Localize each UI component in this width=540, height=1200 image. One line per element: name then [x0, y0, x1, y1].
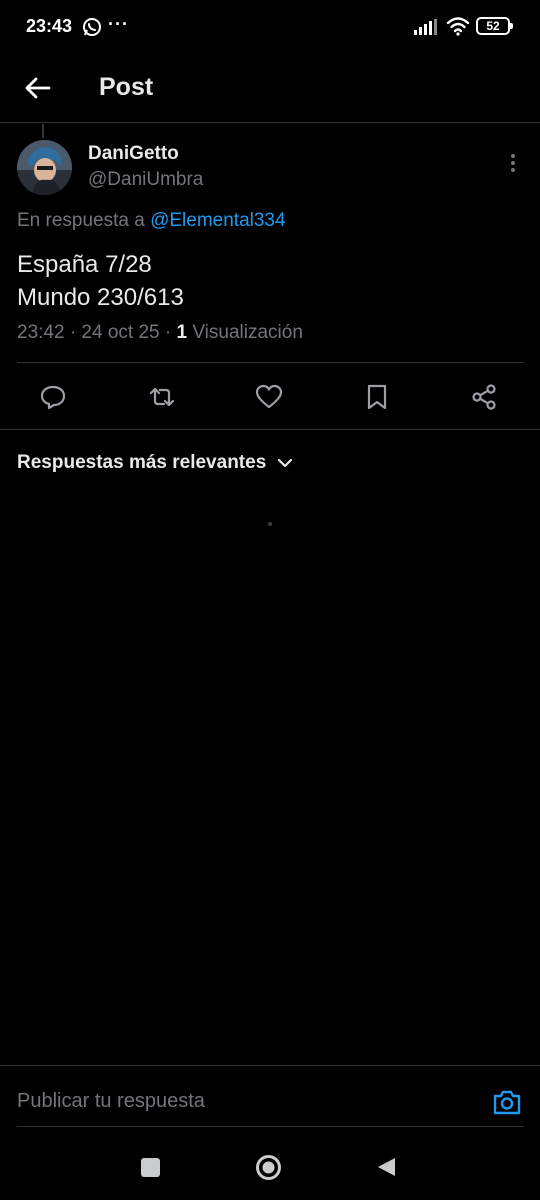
- reply-compose-bar: Publicar tu respuesta: [0, 1065, 540, 1127]
- post-text-line: España 7/28: [17, 251, 152, 278]
- reply-input[interactable]: Publicar tu respuesta: [17, 1090, 205, 1113]
- notification-dots: ···: [108, 14, 129, 34]
- views-label: Visualización: [187, 322, 303, 343]
- home-button[interactable]: [255, 1154, 282, 1181]
- chevron-down-icon: [278, 458, 293, 468]
- post-text-line: Mundo 230/613: [17, 284, 184, 311]
- author-handle[interactable]: @DaniUmbra: [88, 169, 203, 191]
- compose-divider: [17, 1126, 524, 1127]
- avatar[interactable]: [17, 140, 72, 195]
- reply-prefix: En respuesta a: [17, 210, 151, 231]
- page-title: Post: [99, 73, 154, 101]
- back-button[interactable]: [18, 68, 58, 108]
- system-navigation-bar: [0, 1140, 540, 1200]
- status-bar: 23:43 ··· 52: [0, 0, 540, 56]
- repost-icon: [149, 387, 175, 407]
- more-options-button[interactable]: [500, 150, 526, 176]
- share-button[interactable]: [468, 381, 500, 413]
- avatar-image: [17, 140, 72, 195]
- system-back-button[interactable]: [375, 1156, 397, 1178]
- post-action-bar: [17, 362, 524, 430]
- share-icon: [472, 384, 496, 410]
- reply-context: En respuesta a @Elemental334: [17, 210, 286, 232]
- like-button[interactable]: [253, 381, 285, 413]
- divider: [0, 429, 540, 430]
- camera-icon[interactable]: [492, 1088, 522, 1116]
- wifi-icon: [446, 17, 470, 36]
- loading-indicator: [268, 522, 272, 526]
- battery-indicator: 52: [476, 17, 513, 35]
- post-meta: 23:42 · 24 oct 25 · 1 Visualización: [17, 322, 303, 344]
- top-app-bar: Post: [0, 56, 540, 123]
- post-text: España 7/28 Mundo 230/613: [17, 248, 184, 314]
- replies-sort-dropdown[interactable]: Respuestas más relevantes: [17, 450, 294, 476]
- sort-label: Respuestas más relevantes: [17, 452, 267, 473]
- views-count: 1: [176, 322, 188, 343]
- reply-mention-link[interactable]: @Elemental334: [150, 210, 285, 231]
- arrow-left-icon: [25, 77, 51, 99]
- like-icon: [255, 384, 283, 409]
- whatsapp-icon: [83, 18, 101, 36]
- recent-apps-button[interactable]: [141, 1158, 160, 1177]
- bookmark-icon: [367, 384, 387, 410]
- status-time: 23:43: [26, 16, 73, 36]
- more-vertical-icon: [511, 154, 515, 172]
- reply-icon: [40, 385, 66, 410]
- thread-connector-line: [42, 124, 44, 138]
- repost-button[interactable]: [146, 381, 178, 413]
- bookmark-button[interactable]: [361, 381, 393, 413]
- signal-icon: [414, 19, 437, 35]
- post-timestamp: 23:42 · 24 oct 25 ·: [17, 322, 177, 343]
- reply-button[interactable]: [37, 381, 69, 413]
- author-name[interactable]: DaniGetto: [88, 143, 179, 165]
